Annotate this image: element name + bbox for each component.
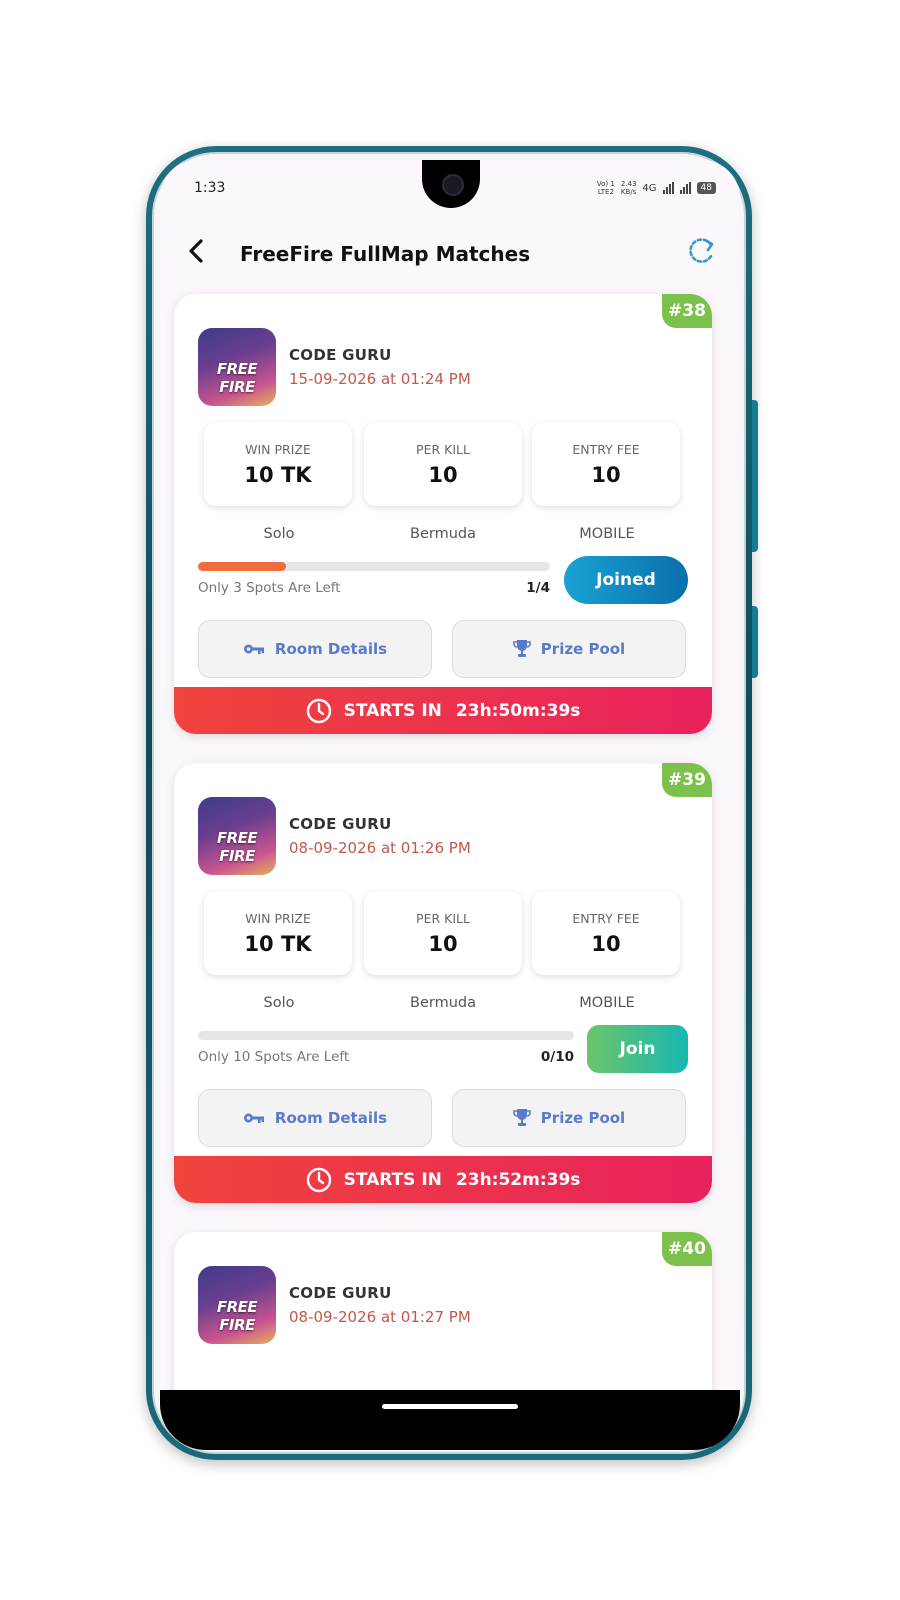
prize-pool-button[interactable]: Prize Pool bbox=[452, 620, 686, 678]
starts-in-label: STARTS IN bbox=[343, 1169, 442, 1190]
refresh-button[interactable] bbox=[684, 234, 718, 268]
prize-pool-label: Prize Pool bbox=[540, 1109, 626, 1127]
match-map: Bermuda bbox=[410, 995, 476, 1011]
refresh-icon bbox=[689, 238, 714, 263]
thumbnail-logo-text: FREE FIRE bbox=[216, 1298, 258, 1334]
match-mode: Solo bbox=[263, 526, 295, 542]
network-type: 4G bbox=[642, 182, 657, 194]
spots-progress-bar bbox=[198, 1031, 574, 1040]
clock-icon bbox=[306, 1167, 331, 1192]
game-thumbnail: FREE FIRE bbox=[198, 1266, 276, 1344]
volume-button bbox=[752, 400, 758, 552]
room-details-button[interactable]: Room Details bbox=[198, 620, 432, 678]
join-button[interactable]: Join bbox=[587, 1025, 688, 1073]
net-speed-value: 2.43 bbox=[620, 180, 637, 188]
countdown-banner: STARTS IN 23h:52m:39s bbox=[174, 1156, 712, 1203]
game-thumbnail: FREE FIRE bbox=[198, 328, 276, 406]
match-id-badge: #38 bbox=[662, 294, 712, 328]
prize-pool-label: Prize Pool bbox=[540, 640, 626, 658]
joined-count: 0/10 bbox=[540, 1049, 574, 1065]
volte-indicator: Vo) 1 LTE2 bbox=[597, 180, 615, 196]
entry-fee-box: ENTRY FEE 10 bbox=[532, 422, 680, 506]
starts-in-label: STARTS IN bbox=[343, 700, 442, 721]
key-icon bbox=[243, 644, 264, 654]
match-platform: MOBILE bbox=[579, 995, 635, 1011]
spots-left-text: Only 10 Spots Are Left bbox=[198, 1049, 350, 1065]
spots-progress-bar bbox=[198, 562, 550, 571]
clock-icon bbox=[306, 698, 331, 723]
countdown-value: 23h:50m:39s bbox=[455, 700, 581, 721]
room-details-button[interactable]: Room Details bbox=[198, 1089, 432, 1147]
entry-fee-label: ENTRY FEE bbox=[572, 911, 640, 926]
win-prize-label: WIN PRIZE bbox=[245, 911, 311, 926]
trophy-icon bbox=[512, 640, 531, 657]
power-button bbox=[752, 606, 758, 678]
win-prize-box: WIN PRIZE 10 TK bbox=[204, 422, 352, 506]
game-thumbnail: FREE FIRE bbox=[198, 797, 276, 875]
status-time: 1:33 bbox=[194, 180, 226, 196]
match-id-badge: #40 bbox=[662, 1232, 712, 1266]
signal-icon bbox=[662, 182, 674, 194]
match-date: 15-09-2026 at 01:24 PM bbox=[289, 370, 471, 388]
per-kill-value: 10 bbox=[428, 932, 458, 956]
per-kill-box: PER KILL 10 bbox=[364, 891, 522, 975]
win-prize-value: 10 TK bbox=[244, 932, 312, 956]
entry-fee-box: ENTRY FEE 10 bbox=[532, 891, 680, 975]
match-card[interactable]: #38 FREE FIRE CODE GURU 15-09-2026 at 01… bbox=[174, 294, 712, 734]
countdown-banner: STARTS IN 23h:50m:39s bbox=[174, 687, 712, 734]
home-indicator[interactable] bbox=[382, 1404, 518, 1409]
joined-count: 1/4 bbox=[526, 580, 550, 596]
joined-button[interactable]: Joined bbox=[564, 556, 688, 604]
per-kill-box: PER KILL 10 bbox=[364, 422, 522, 506]
volte-bottom: LTE2 bbox=[597, 188, 614, 196]
status-icons: Vo) 1 LTE2 2.43 KB/s 4G 48 bbox=[597, 180, 716, 196]
spots-left-text: Only 3 Spots Are Left bbox=[198, 580, 341, 596]
back-button[interactable] bbox=[182, 236, 212, 266]
net-speed: 2.43 KB/s bbox=[621, 180, 637, 196]
room-details-label: Room Details bbox=[274, 1109, 388, 1127]
gesture-nav-bar bbox=[160, 1390, 740, 1450]
thumbnail-logo-text: FREE FIRE bbox=[216, 829, 258, 865]
thumbnail-logo-text: FREE FIRE bbox=[216, 360, 258, 396]
win-prize-value: 10 TK bbox=[244, 463, 312, 487]
net-speed-unit: KB/s bbox=[620, 188, 637, 196]
volte-top: Vo) 1 bbox=[596, 180, 615, 188]
match-card[interactable]: #40 FREE FIRE CODE GURU 08-09-2026 at 01… bbox=[174, 1232, 712, 1390]
camera-icon bbox=[442, 174, 464, 196]
prize-pool-button[interactable]: Prize Pool bbox=[452, 1089, 686, 1147]
match-map: Bermuda bbox=[410, 526, 476, 542]
per-kill-value: 10 bbox=[428, 463, 458, 487]
key-icon bbox=[243, 1113, 264, 1123]
app-screen: 1:33 Vo) 1 LTE2 2.43 KB/s 4G 48 FreeFire… bbox=[160, 160, 740, 1390]
entry-fee-value: 10 bbox=[591, 932, 621, 956]
trophy-icon bbox=[512, 1109, 531, 1126]
match-platform: MOBILE bbox=[579, 526, 635, 542]
battery-icon: 48 bbox=[696, 182, 716, 194]
per-kill-label: PER KILL bbox=[416, 442, 470, 457]
signal-icon-2 bbox=[679, 182, 691, 194]
match-card[interactable]: #39 FREE FIRE CODE GURU 08-09-2026 at 01… bbox=[174, 763, 712, 1203]
spots-progress-fill bbox=[198, 562, 286, 571]
room-details-label: Room Details bbox=[274, 640, 388, 658]
win-prize-box: WIN PRIZE 10 TK bbox=[204, 891, 352, 975]
host-name: CODE GURU bbox=[289, 815, 392, 833]
match-mode: Solo bbox=[263, 995, 295, 1011]
countdown-value: 23h:52m:39s bbox=[455, 1169, 581, 1190]
host-name: CODE GURU bbox=[289, 1284, 392, 1302]
per-kill-label: PER KILL bbox=[416, 911, 470, 926]
back-arrow-icon bbox=[189, 239, 203, 263]
host-name: CODE GURU bbox=[289, 346, 392, 364]
match-date: 08-09-2026 at 01:26 PM bbox=[289, 839, 471, 857]
entry-fee-value: 10 bbox=[591, 463, 621, 487]
entry-fee-label: ENTRY FEE bbox=[572, 442, 640, 457]
page-title: FreeFire FullMap Matches bbox=[240, 242, 531, 266]
match-date: 08-09-2026 at 01:27 PM bbox=[289, 1308, 471, 1326]
app-header: FreeFire FullMap Matches bbox=[160, 220, 740, 280]
match-id-badge: #39 bbox=[662, 763, 712, 797]
win-prize-label: WIN PRIZE bbox=[245, 442, 311, 457]
